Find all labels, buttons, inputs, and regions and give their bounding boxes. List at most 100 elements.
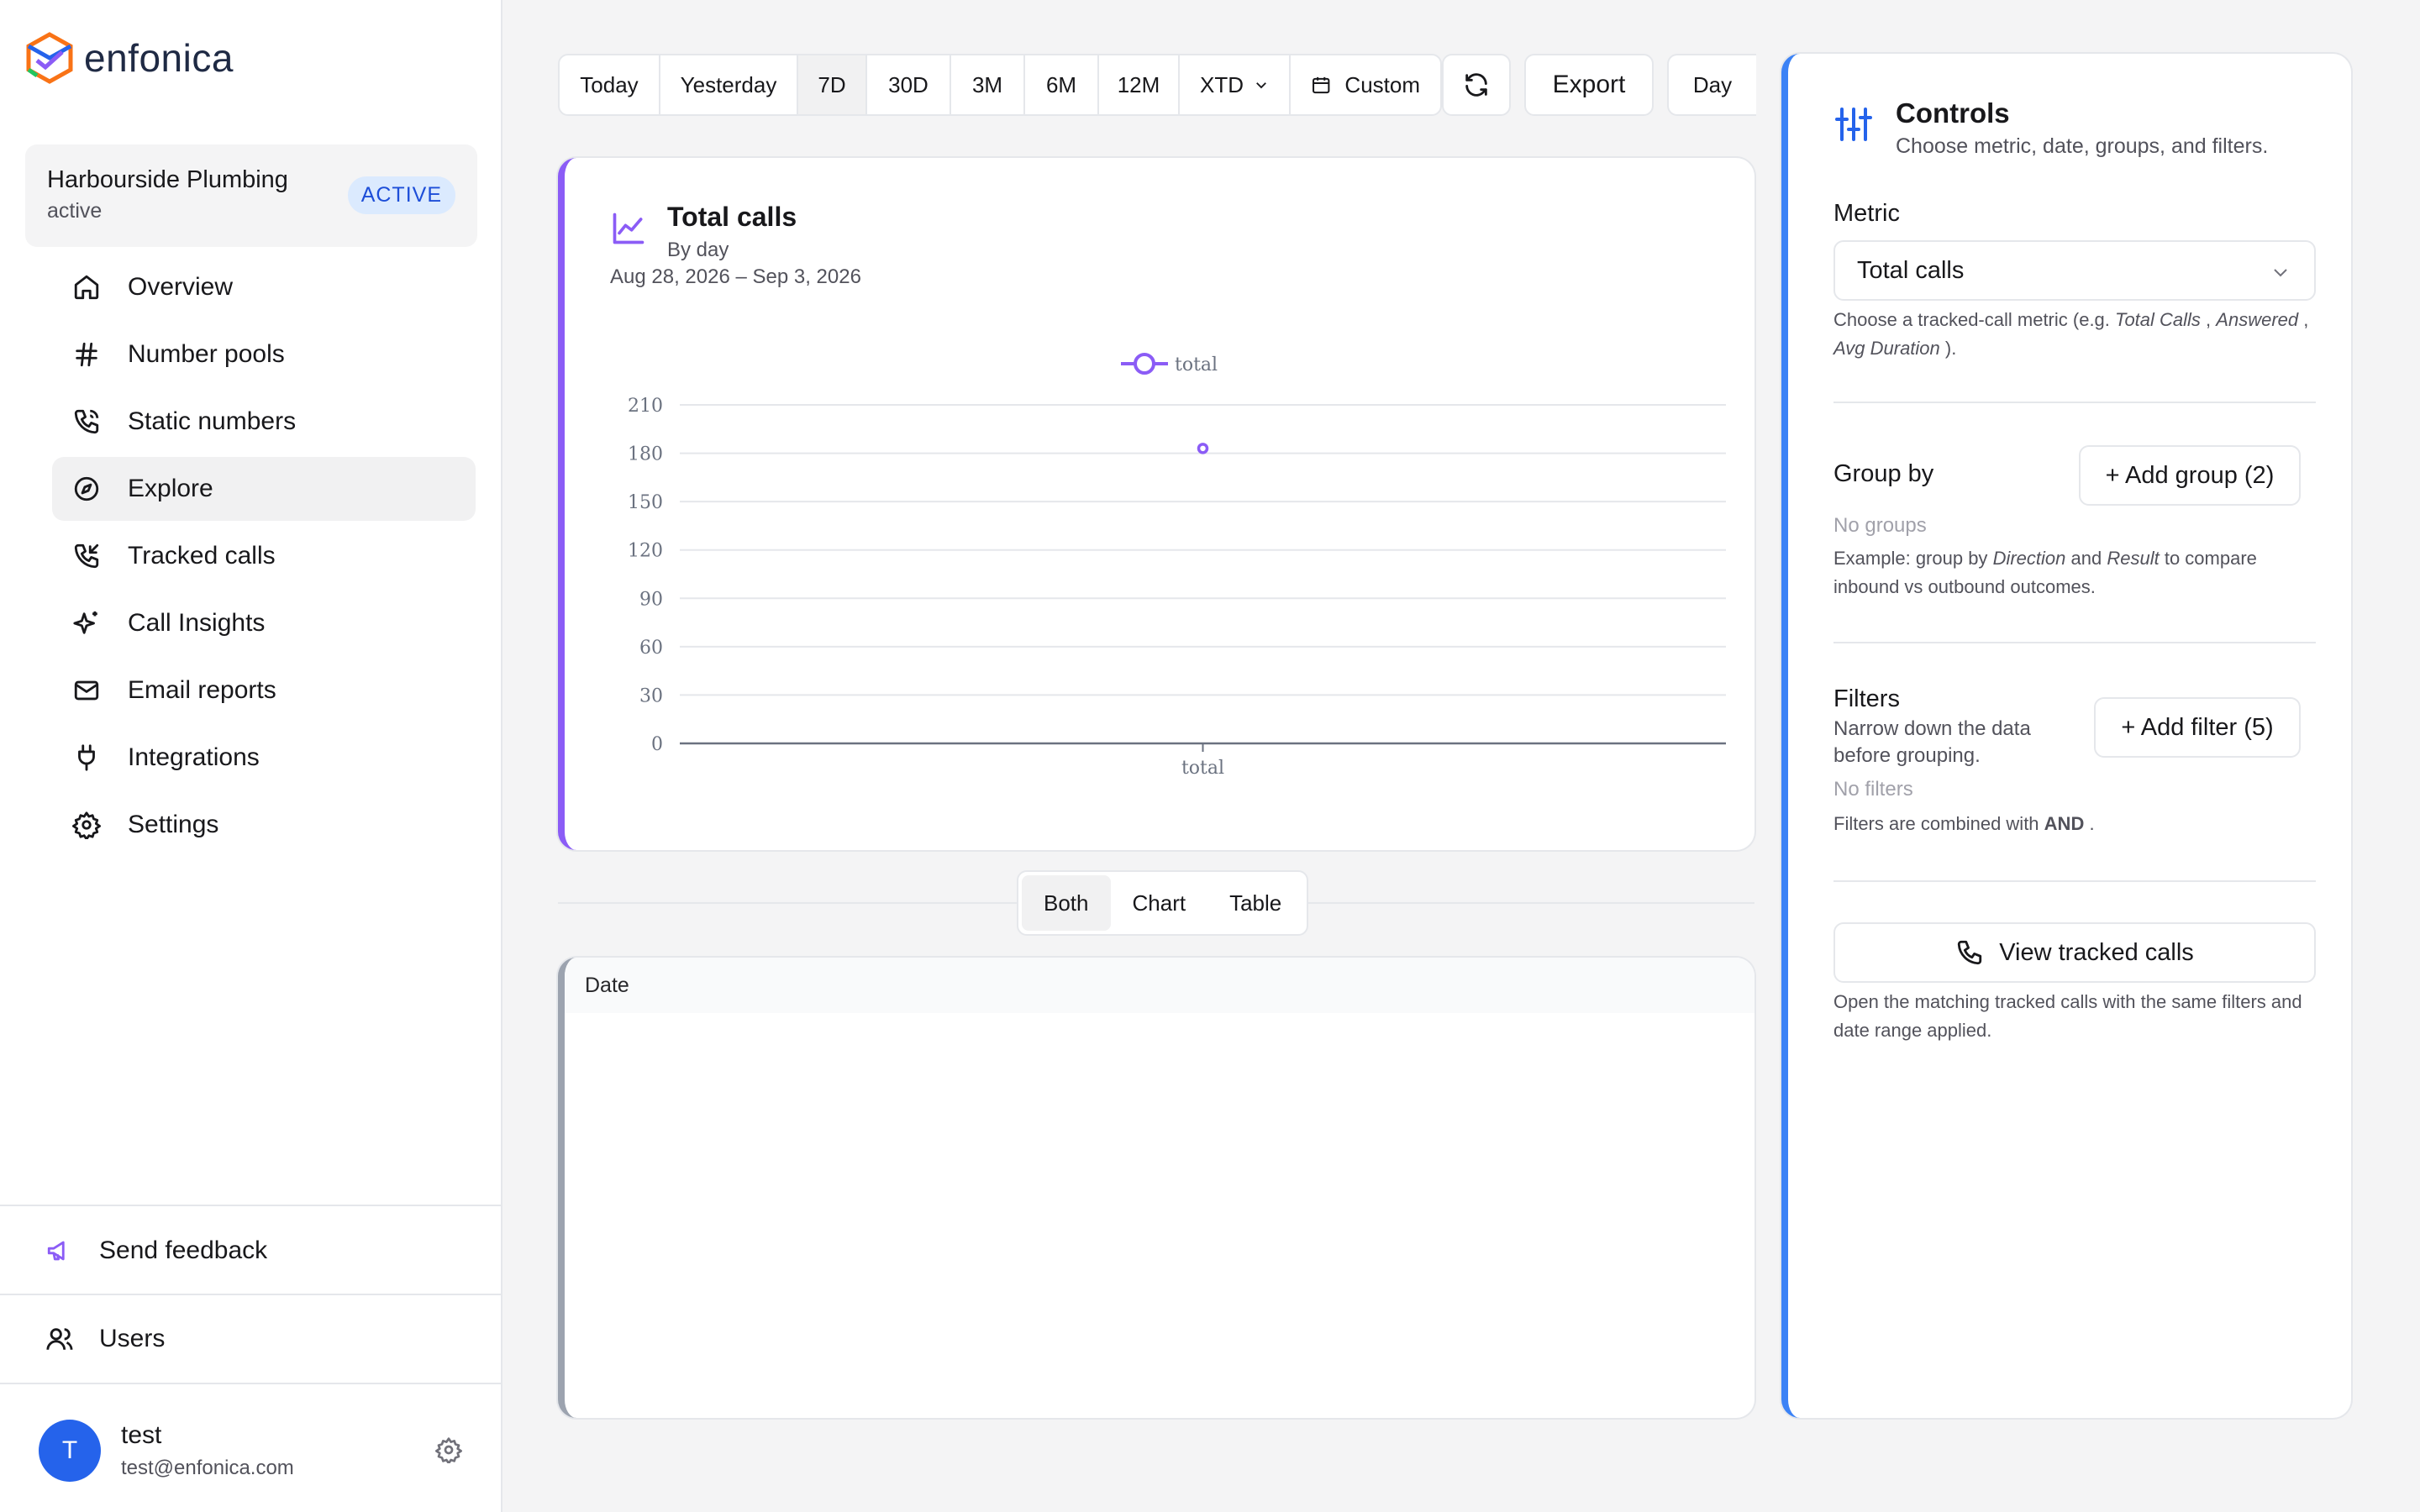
granularity-select[interactable]: Day [1667,54,1756,116]
view-tracked-calls-label: View tracked calls [1999,938,2194,966]
export-button[interactable]: Export [1524,54,1654,116]
nav-label: Number pools [128,340,285,368]
refresh-icon [1465,73,1487,97]
range-3m-button[interactable]: 3M [951,55,1025,114]
range-today-button[interactable]: Today [560,55,660,114]
home-icon [74,275,99,300]
sliders-icon [1835,108,1872,141]
divider [1833,880,2316,882]
phone-incoming-icon [74,543,99,569]
nav-label: Overview [128,273,234,301]
account-switcher[interactable]: Harbourside Plumbing active ACTIVE [25,144,477,247]
metric-select[interactable]: Total calls [1833,240,2316,301]
chart-card: Total calls By day Aug 28, 2026 – Sep 3,… [558,158,1754,850]
nav-item-call-insights[interactable]: Call Insights [52,591,476,655]
x-tick-label: total [1181,758,1224,779]
chevron-down-icon [1256,82,1266,89]
range-7d-button[interactable]: 7D [798,55,867,114]
nav-label: Tracked calls [128,542,276,570]
users-label: Users [99,1325,166,1352]
group-help: Example: group by Direction and Result t… [1833,544,2316,601]
phone-icon [74,409,99,434]
nav-label: Static numbers [128,407,297,435]
chevron-down-icon [2274,269,2287,277]
view-calls-help: Open the matching tracked calls with the… [1833,991,2302,1041]
user-profile: T test test@enfonica.com [0,1383,502,1512]
send-feedback-button[interactable]: Send feedback [0,1205,502,1295]
view-both-button[interactable]: Both [1022,875,1111,931]
filters-description: Narrow down the data before grouping. [1833,717,2031,767]
no-groups-text: No groups [1833,514,1927,537]
nav-label: Call Insights [128,609,266,637]
y-tick-label: 120 [628,541,663,562]
legend-label: total [1175,354,1218,375]
user-name: test [121,1421,162,1449]
metric-example: Answered [2216,309,2299,330]
metric-value: Total calls [1857,256,1965,284]
nav-label: Integrations [128,743,260,771]
nav-item-overview[interactable]: Overview [52,255,476,319]
status-badge: ACTIVE [347,176,455,214]
column-header-date[interactable]: Date [585,974,629,998]
add-group-button[interactable]: + Add group (2) [2079,445,2301,506]
brand-logo[interactable]: enfonica [25,32,234,84]
compass-icon [74,476,99,501]
add-filter-button[interactable]: + Add filter (5) [2094,697,2301,758]
nav-item-tracked-calls[interactable]: Tracked calls [52,524,476,588]
nav-item-number-pools[interactable]: Number pools [52,323,476,386]
nav-item-explore[interactable]: Explore [52,457,476,521]
table-header: Date [565,958,1754,1013]
calendar-icon [1313,76,1330,94]
nav-item-integrations[interactable]: Integrations [52,726,476,790]
hash-icon [76,342,97,367]
avatar[interactable]: T [39,1420,101,1482]
y-tick-label: 210 [628,396,663,417]
view-chart-button[interactable]: Chart [1111,875,1208,931]
controls-panel: Controls Choose metric, date, groups, an… [1781,54,2351,1418]
chart-plot: 210 180 150 120 90 60 30 0 total total [628,353,1726,779]
refresh-button[interactable] [1442,54,1511,116]
divider [1833,642,2316,643]
data-point [1197,443,1209,454]
y-tick-label: 60 [639,638,663,659]
group-by-label: Group by [1833,460,1934,487]
nav-item-email-reports[interactable]: Email reports [52,659,476,722]
metric-example: Avg Duration [1833,338,1940,359]
custom-label: Custom [1344,71,1420,97]
range-30d-button[interactable]: 30D [867,55,951,114]
data-table: Date [558,958,1754,1418]
group-help-text: Example: group by [1833,548,1988,569]
filters-help-text: Filters are combined with [1833,813,2039,834]
group-example: Direction [1992,548,2066,569]
legend-swatch-marker [1134,353,1155,375]
gear-icon[interactable] [435,1436,462,1463]
enfonica-logo-icon [26,32,73,84]
main-nav: Overview Number pools Static numbers Exp… [52,255,476,860]
nav-label: Explore [128,475,213,502]
group-help-text: and [2070,548,2102,569]
range-12m-button[interactable]: 12M [1099,55,1180,114]
range-xtd-dropdown[interactable]: XTD [1180,55,1291,114]
controls-title: Controls [1896,97,2010,129]
sparkles-icon [73,611,97,634]
user-email: test@enfonica.com [121,1457,294,1479]
divider [1833,402,2316,403]
controls-subtitle: Choose metric, date, groups, and filters… [1896,134,2269,158]
metric-example: Total Calls [2115,309,2201,330]
view-toggle: Both Chart Table [1017,870,1309,936]
nav-item-static-numbers[interactable]: Static numbers [52,390,476,454]
metric-help-text: Choose a tracked-call metric (e.g. [1833,309,2110,330]
range-6m-button[interactable]: 6M [1025,55,1099,114]
megaphone-icon [47,1241,65,1261]
view-tracked-calls-button[interactable]: View tracked calls [1833,922,2316,983]
xtd-label: XTD [1200,71,1244,97]
nav-item-settings[interactable]: Settings [52,793,476,857]
nav-label: Email reports [128,676,276,704]
send-feedback-label: Send feedback [99,1236,268,1264]
view-table-button[interactable]: Table [1207,875,1303,931]
custom-range-button[interactable]: Custom [1291,55,1440,114]
y-tick-label: 30 [639,685,663,706]
users-link[interactable]: Users [0,1294,502,1383]
y-tick-label: 150 [628,492,663,513]
range-yesterday-button[interactable]: Yesterday [660,55,798,114]
